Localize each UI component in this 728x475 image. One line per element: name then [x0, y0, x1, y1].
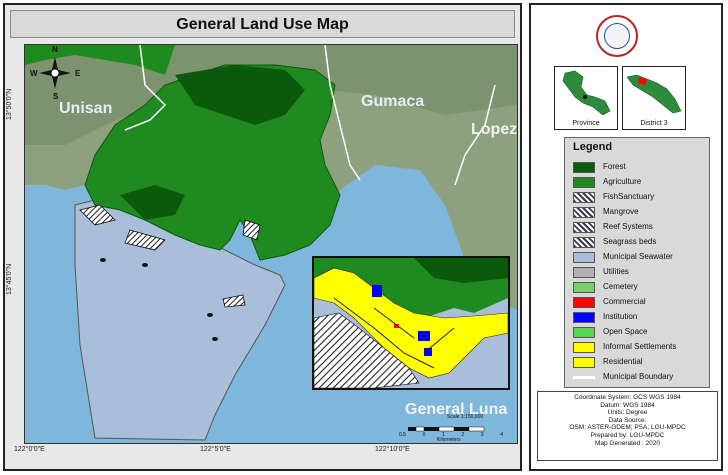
place-label-gumaca: Gumaca — [361, 93, 425, 110]
info-line: Data Source: — [608, 416, 647, 424]
compass-s: S — [53, 92, 59, 101]
info-line: Map Generated : 2020 — [594, 439, 661, 447]
lat-tick-2: 13°45'0"N — [6, 263, 13, 295]
province-map-icon — [562, 70, 611, 116]
info-box: Coordinate System: GCS WGS 1984 Datum: WG… — [537, 391, 718, 461]
legend-swatch — [573, 162, 595, 173]
legend-label: Commercial — [603, 297, 646, 306]
legend-label: Informal Settlements — [603, 342, 677, 351]
compass-n: N — [52, 45, 58, 54]
info-line: OSM; ASTER-GDEM; PSA; LGU-MPDC — [569, 424, 686, 432]
municipal-seal-logo — [596, 15, 638, 57]
legend-swatch — [573, 237, 595, 248]
legend-swatch — [573, 357, 595, 368]
scale-tick: 4 — [500, 432, 503, 438]
place-label-lopez: Lopez — [471, 121, 518, 138]
legend-label: Municipal Boundary — [603, 372, 674, 381]
island-4 — [212, 337, 218, 341]
scale-tick: 3 — [480, 432, 484, 438]
inset-institution-1 — [372, 285, 382, 297]
map-title: General Land Use Map — [176, 16, 349, 33]
district-map-icon — [626, 74, 682, 114]
inset-institution-2 — [418, 331, 430, 341]
scale-bar — [408, 426, 485, 432]
legend-swatch — [573, 342, 595, 353]
scale-unit: Kilometers — [437, 437, 461, 443]
legend-label: FishSanctuary — [603, 192, 655, 201]
legend-swatch — [573, 327, 595, 338]
legend-label: Cemetery — [603, 282, 638, 291]
info-line: Datum: WGS 1984 — [600, 401, 655, 409]
info-line: Prepared by: LGU-MPDC — [590, 431, 665, 439]
scale-text: Scale 1:150,000 — [447, 414, 484, 420]
legend-label: Institution — [603, 312, 638, 321]
title-bar: General Land Use Map — [10, 10, 515, 38]
compass-e: E — [75, 69, 81, 78]
scale-tick: 0.5 — [399, 432, 406, 438]
locator-district-label: District 3 — [640, 120, 668, 127]
legend-label: Reef Systems — [603, 222, 653, 231]
legend-swatch — [573, 222, 595, 233]
scale-tick: 0 — [422, 432, 426, 438]
legend-label: Municipal Seawater — [603, 252, 673, 261]
legend-title: Legend — [573, 141, 613, 153]
scale-tick: 2 — [461, 432, 465, 438]
island-1 — [100, 258, 106, 262]
legend-label: Utilities — [603, 267, 629, 276]
info-line: Units: Degree — [607, 409, 648, 417]
lat-tick-1: 13°50'0"N — [6, 88, 13, 120]
locator-district: District 3 — [622, 66, 686, 130]
lon-tick-1: 122°0'0"E — [14, 446, 45, 453]
legend-swatch — [573, 207, 595, 218]
legend-swatch — [573, 252, 595, 263]
locator-province-label: Province — [572, 120, 600, 127]
compass-w: W — [30, 69, 38, 78]
legend-swatch — [573, 192, 595, 203]
legend-swatch — [573, 372, 595, 383]
legend-swatch — [573, 312, 595, 323]
locator-province: Province — [554, 66, 618, 130]
legend-label: Open Space — [603, 327, 648, 336]
legend: Legend Forest Agriculture FishSanctuary Man… — [564, 137, 710, 388]
legend-swatch — [573, 267, 595, 278]
legend-swatch — [573, 177, 595, 188]
inset-map-svg — [314, 258, 508, 388]
legend-label: Agriculture — [603, 177, 642, 186]
legend-swatch — [573, 297, 595, 308]
island-3 — [207, 313, 213, 317]
lon-tick-2: 122°5'0"E — [200, 446, 231, 453]
legend-label: Mangrove — [603, 207, 639, 216]
legend-swatch — [573, 282, 595, 293]
legend-label: Seagrass beds — [603, 237, 657, 246]
legend-label: Residential — [603, 357, 643, 366]
legend-label: Forest — [603, 162, 626, 171]
inset-map — [312, 256, 510, 390]
place-label-unisan: Unisan — [59, 100, 113, 117]
island-2 — [142, 263, 148, 267]
lon-tick-3: 122°10'0"E — [375, 446, 410, 453]
info-line: Coordinate System: GCS WGS 1984 — [574, 394, 681, 401]
